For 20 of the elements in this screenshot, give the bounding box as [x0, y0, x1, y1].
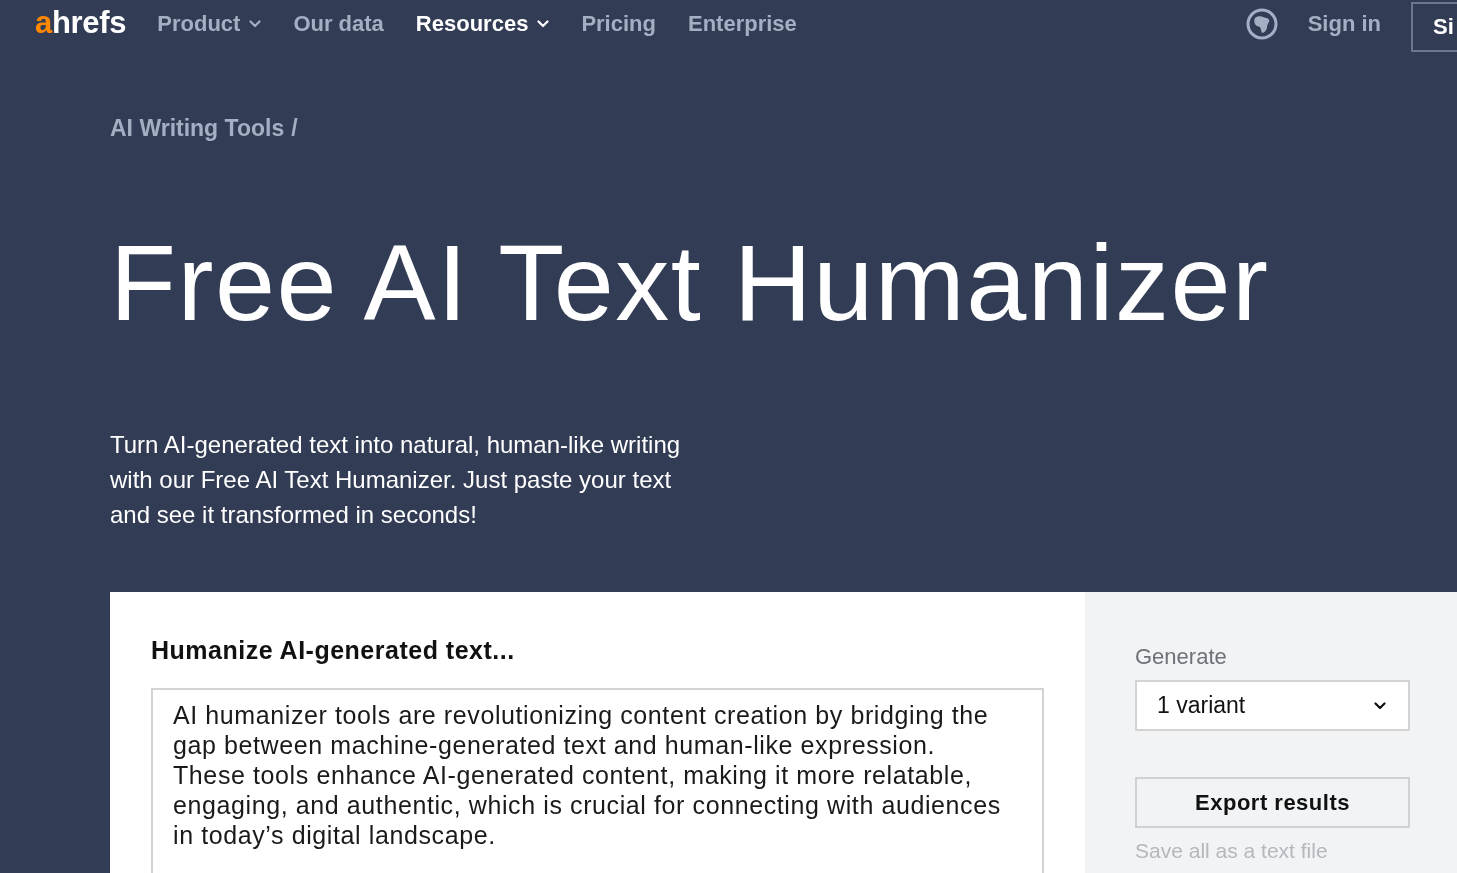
sign-up-button[interactable]: Si — [1411, 2, 1457, 52]
nav-link[interactable]: Resources — [415, 10, 550, 38]
chevron-down-icon — [1374, 701, 1386, 710]
sign-in-link[interactable]: Sign in — [1307, 10, 1381, 38]
export-note: Save all as a text file — [1135, 839, 1328, 863]
globe-icon[interactable] — [1245, 8, 1278, 40]
generate-label: Generate — [1135, 645, 1227, 669]
page-title: Free AI Text Humanizer — [110, 223, 1270, 342]
export-results-button[interactable]: Export results — [1135, 777, 1410, 828]
variant-select[interactable]: 1 variant — [1135, 680, 1410, 731]
nav-link[interactable]: Pricing — [581, 10, 656, 38]
ahrefs-logo[interactable]: ahrefs — [35, 5, 127, 41]
nav-link[interactable]: Enterprise — [687, 10, 797, 38]
text-input-field[interactable]: AI humanizer tools are revolutionizing content creation by bridging the gap between machine-generated text and human-like expression. These tools enhance AI-generated content, making it more relatable, engaging, and authentic, which is crucial for connecting with audiences in today’s digital landscape. — [151, 688, 1044, 873]
nav-link[interactable]: Our data — [293, 10, 384, 38]
intro-text: Turn AI-generated text into natural, human-like writing with our Free AI Text Humanizer. Just paste your text and see it transformed in seconds! — [110, 430, 682, 530]
input-heading: Humanize AI-generated text... — [151, 637, 515, 663]
breadcrumb-link[interactable]: AI Writing Tools — [110, 115, 285, 141]
breadcrumb-separator: / — [291, 115, 298, 141]
nav-link[interactable]: Product — [157, 10, 262, 38]
